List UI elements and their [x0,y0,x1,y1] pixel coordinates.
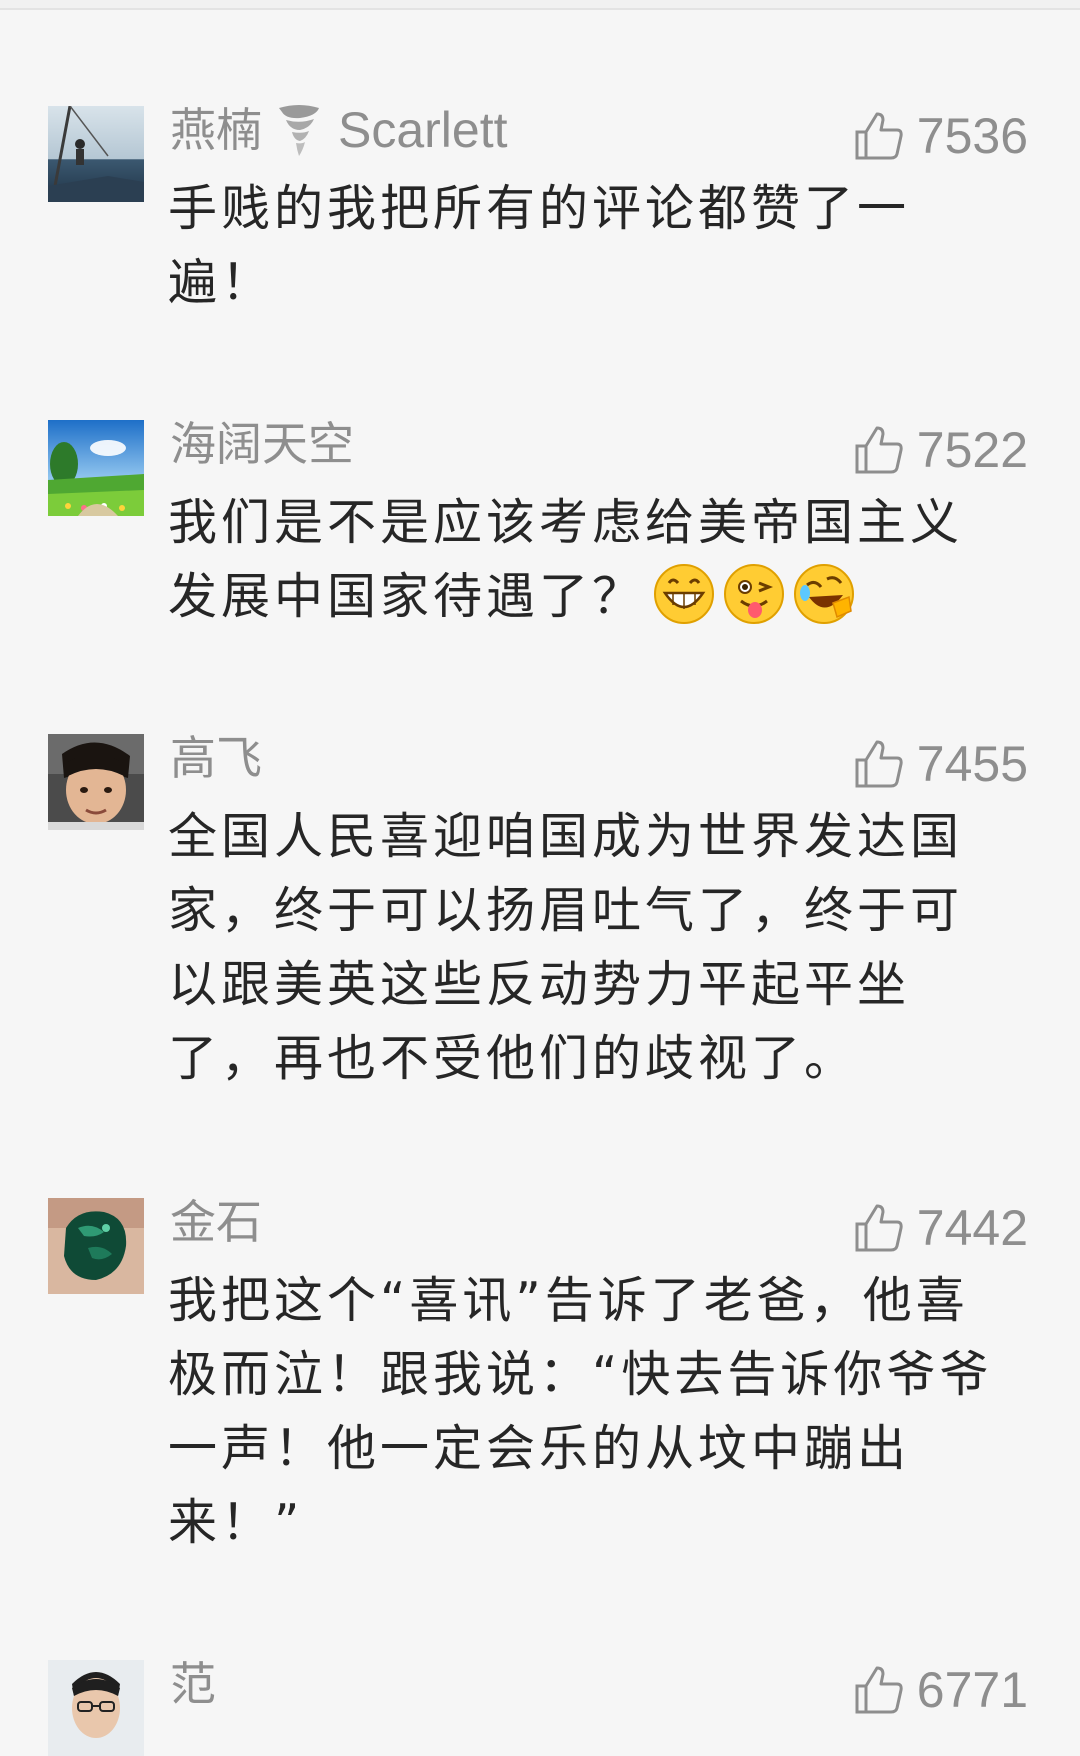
username[interactable]: 海阔天空 [170,414,354,474]
username[interactable]: 范 [170,1654,216,1714]
like-count: 7442 [916,1200,1028,1256]
comment-text: 手贱的我把所有的评论都赞了一遍！ [168,180,911,311]
like-button[interactable]: 7536 [853,106,1028,166]
like-button[interactable]: 6771 [853,1660,1028,1720]
username-text: 范 [170,1657,216,1711]
like-button[interactable]: 7442 [853,1198,1028,1258]
like-button[interactable]: 7455 [853,734,1028,794]
username[interactable]: 燕楠 Scarlett [170,100,508,160]
username-text: 燕楠 [170,103,262,157]
like-count: 7536 [916,108,1028,164]
username-suffix: Scarlett [338,102,508,158]
thumbs-up-icon [855,1204,903,1252]
username-text: 金石 [170,1195,262,1249]
comment-text: 我们是不是应该考虑给美帝国主义发展中国家待遇了？ [168,486,1008,634]
username-text: 高飞 [170,731,262,785]
top-divider [0,0,1080,10]
like-button[interactable]: 7522 [853,420,1028,480]
username[interactable]: 金石 [170,1192,262,1252]
rolling-laughing-face-icon [794,564,855,624]
avatar[interactable] [48,1660,144,1756]
grinning-face-icon [654,564,715,624]
thumbs-up-icon [855,426,903,474]
username-text: 海阔天空 [170,417,354,471]
winking-tongue-face-icon [724,564,785,624]
username[interactable]: 高飞 [170,728,262,788]
comment-text: 我把这个“喜讯”告诉了老爸，他喜极而泣！跟我说：“快去告诉你爷爷一声！他一定会乐… [168,1272,993,1551]
tornado-badge-icon [279,105,319,156]
avatar[interactable] [48,106,144,202]
like-count: 6771 [916,1662,1028,1718]
avatar[interactable] [48,420,144,516]
like-count: 7455 [916,736,1028,792]
like-count: 7522 [916,422,1028,478]
thumbs-up-icon [855,740,903,788]
comment-text: 全国人民喜迎咱国成为世界发达国家，终于可以扬眉吐气了，终于可以跟美英这些反动势力… [168,808,964,1087]
thumbs-up-icon [855,112,903,160]
avatar[interactable] [48,734,144,830]
thumbs-up-icon [855,1666,903,1714]
avatar[interactable] [48,1198,144,1294]
